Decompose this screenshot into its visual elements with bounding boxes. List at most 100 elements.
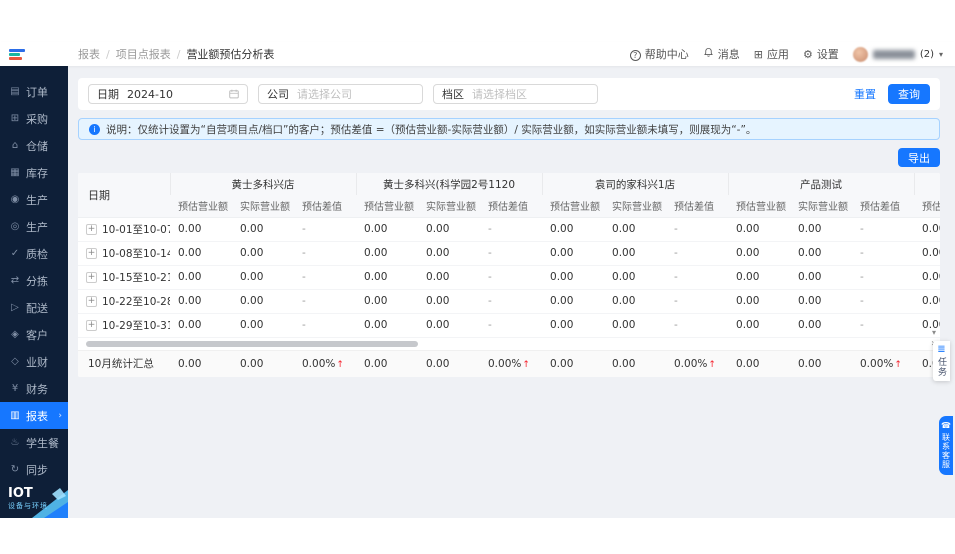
summary-label: 10月统计汇总 — [88, 358, 154, 370]
sidebar-item-inventory[interactable]: ▦ 库存 — [0, 159, 68, 186]
expand-row-button[interactable]: + — [86, 224, 97, 235]
value-cell: - — [666, 241, 729, 266]
help-icon: ? — [629, 48, 641, 61]
query-button[interactable]: 查询 — [888, 84, 930, 104]
value-cell: 0.00 — [728, 217, 791, 242]
value-cell: 0.00 — [604, 241, 667, 266]
breadcrumb: 报表 / 项目点报表 / 营业额预估分析表 — [68, 46, 274, 62]
value-cell: 0.00 — [914, 265, 940, 290]
production-2-icon: ◎ — [10, 220, 20, 232]
table-row: +10-08至10-14 0.00 0.00-0.00 0.00-0.00 0.00-0… — [78, 241, 940, 266]
expand-row-button[interactable]: + — [86, 272, 97, 283]
table-row: +10-01至10-07 0.00 0.00-0.00 0.00-0.00 0.00-0… — [78, 217, 940, 242]
value-cell: - — [852, 313, 915, 338]
sidebar-item-orders[interactable]: ▤ 订单 — [0, 78, 68, 105]
help-center-button[interactable]: ? 帮助中心 — [629, 46, 689, 62]
export-button[interactable]: 导出 — [898, 148, 940, 167]
sidebar-item-sorting[interactable]: ⇄ 分拣 — [0, 267, 68, 294]
value-cell: 0.00 — [418, 217, 481, 242]
sidebar-item-finance[interactable]: ¥ 财务 — [0, 375, 68, 402]
inventory-icon: ▦ — [10, 166, 20, 178]
table-row: +10-29至10-31 0.00 0.00-0.00 0.00-0.00 0.00-0… — [78, 313, 940, 338]
apps-label: 应用 — [766, 48, 789, 61]
settings-button[interactable]: ⚙ 设置 — [803, 46, 839, 62]
value-cell: 0.00 — [790, 241, 853, 266]
task-float-label: 任务 — [936, 357, 946, 377]
calendar-icon — [229, 89, 239, 99]
sidebar-item-biz-finance[interactable]: ◇ 业财 — [0, 348, 68, 375]
value-cell: - — [294, 313, 357, 338]
sidebar-item-customers[interactable]: ◈ 客户 — [0, 321, 68, 348]
sidebar-item-warehouse[interactable]: ⌂ 仓储 — [0, 132, 68, 159]
horizontal-scrollbar[interactable]: › — [78, 337, 940, 350]
date-cell: +10-01至10-07 — [78, 217, 170, 242]
top-bar: 报表 / 项目点报表 / 营业额预估分析表 ? 帮助中心 消息 ⊞ 应用 ⚙ 设置 (2) ▾ — [0, 42, 955, 66]
layers-icon: ≣ — [937, 344, 946, 355]
settings-label: 设置 — [816, 48, 839, 61]
value-cell: 0.00 — [170, 289, 232, 314]
app-window: 报表 / 项目点报表 / 营业额预估分析表 ? 帮助中心 消息 ⊞ 应用 ⚙ 设置 (2) ▾ ▤ 订… — [0, 0, 955, 554]
column-header: 预估差值 — [294, 195, 357, 218]
value-cell: 0.00 — [542, 289, 605, 314]
value-cell: - — [480, 217, 543, 242]
group-header: 产品测试 — [727, 173, 915, 195]
value-cell: 0.00 — [418, 265, 481, 290]
sidebar-item-reports[interactable]: ▥ 报表 › — [0, 402, 68, 429]
filter-bar: 日期 2024-10 公司 请选择公司 档区 请选择档区 重置 查询 — [78, 78, 940, 110]
expand-row-button[interactable]: + — [86, 320, 97, 331]
summary-row: 10月统计汇总 0.00 0.00 0.00%↑ 0.00 0.00 0.00%↑ 0.00 0… — [78, 351, 940, 377]
orders-icon: ▤ — [10, 85, 20, 97]
messages-button[interactable]: 消息 — [703, 46, 740, 62]
brand-bar-red — [9, 56, 22, 60]
sidebar-item-delivery[interactable]: ▷ 配送 — [0, 294, 68, 321]
value-cell: 0.00 — [170, 313, 232, 338]
district-filter-select[interactable]: 档区 请选择档区 — [433, 84, 598, 104]
task-float-button[interactable]: ≣ 任务 — [933, 341, 950, 381]
value-cell: 0.00 — [914, 217, 940, 242]
value-cell: 0.00 — [728, 289, 791, 314]
value-cell: 0.00 — [418, 313, 481, 338]
sidebar-item-student-meal[interactable]: ♨ 学生餐 — [0, 429, 68, 456]
column-header: 实际营业额 — [604, 195, 667, 218]
sidebar-item-production-2[interactable]: ◎ 生产 — [0, 213, 68, 240]
up-arrow-icon: ↑ — [522, 359, 530, 370]
info-icon: i — [89, 123, 100, 135]
filter-actions: 重置 查询 — [854, 84, 930, 104]
contact-support-button[interactable]: ☎ 联系客服 — [939, 416, 953, 475]
sidebar-item-procurement[interactable]: ⊞ 采购 — [0, 105, 68, 132]
summary-cell: 0.00 — [550, 357, 574, 370]
reset-button[interactable]: 重置 — [854, 86, 876, 102]
sidebar-item-production-1[interactable]: ◉ 生产 — [0, 186, 68, 213]
date-filter-input[interactable]: 日期 2024-10 — [88, 84, 248, 104]
company-filter-select[interactable]: 公司 请选择公司 — [258, 84, 423, 104]
value-cell: 0.00 — [542, 241, 605, 266]
breadcrumb-item[interactable]: 报表 — [78, 46, 100, 62]
bell-icon — [703, 47, 714, 61]
value-cell: - — [480, 265, 543, 290]
user-menu[interactable]: (2) ▾ — [852, 46, 943, 62]
value-cell: 0.00 — [790, 217, 853, 242]
brand-logo — [0, 42, 68, 66]
date-filter-value: 2024-10 — [127, 87, 173, 101]
expand-row-button[interactable]: + — [86, 296, 97, 307]
expand-row-button[interactable]: + — [86, 248, 97, 259]
value-cell: 0.00 — [790, 289, 853, 314]
header-actions: ? 帮助中心 消息 ⊞ 应用 ⚙ 设置 — [629, 46, 839, 62]
column-header: 预估营业额 — [542, 195, 605, 218]
date-range-label: 10-29至10-31 — [102, 319, 170, 332]
value-cell: - — [480, 241, 543, 266]
brand-bar-blue — [9, 48, 25, 52]
value-cell: 0.00 — [728, 241, 791, 266]
contact-support-label: 联系客服 — [941, 433, 951, 469]
scroll-down-icon[interactable]: ▾ — [932, 328, 936, 337]
summary-cell: 0.00 — [798, 357, 822, 370]
up-arrow-icon: ↑ — [336, 359, 344, 370]
apps-button[interactable]: ⊞ 应用 — [754, 46, 789, 62]
sidebar-menu: ▤ 订单 ⊞ 采购 ⌂ 仓储 ▦ 库存 ◉ 生产 ◎ 生产 ✓ 质检 ⇄ 分拣 ▷ 配送 ◈ 客户 ◇ 业财 ¥ 财务 ▥ 报表 ›… — [0, 66, 68, 484]
sidebar-item-label: 订单 — [26, 85, 48, 99]
sidebar-item-quality-check[interactable]: ✓ 质检 — [0, 240, 68, 267]
group-header: 黄士多科兴(科学园2号1120 — [355, 173, 543, 195]
scrollbar-thumb[interactable] — [86, 340, 418, 347]
breadcrumb-item[interactable]: 项目点报表 — [116, 46, 171, 62]
sidebar-item-sync[interactable]: ↻ 同步 — [0, 456, 68, 483]
